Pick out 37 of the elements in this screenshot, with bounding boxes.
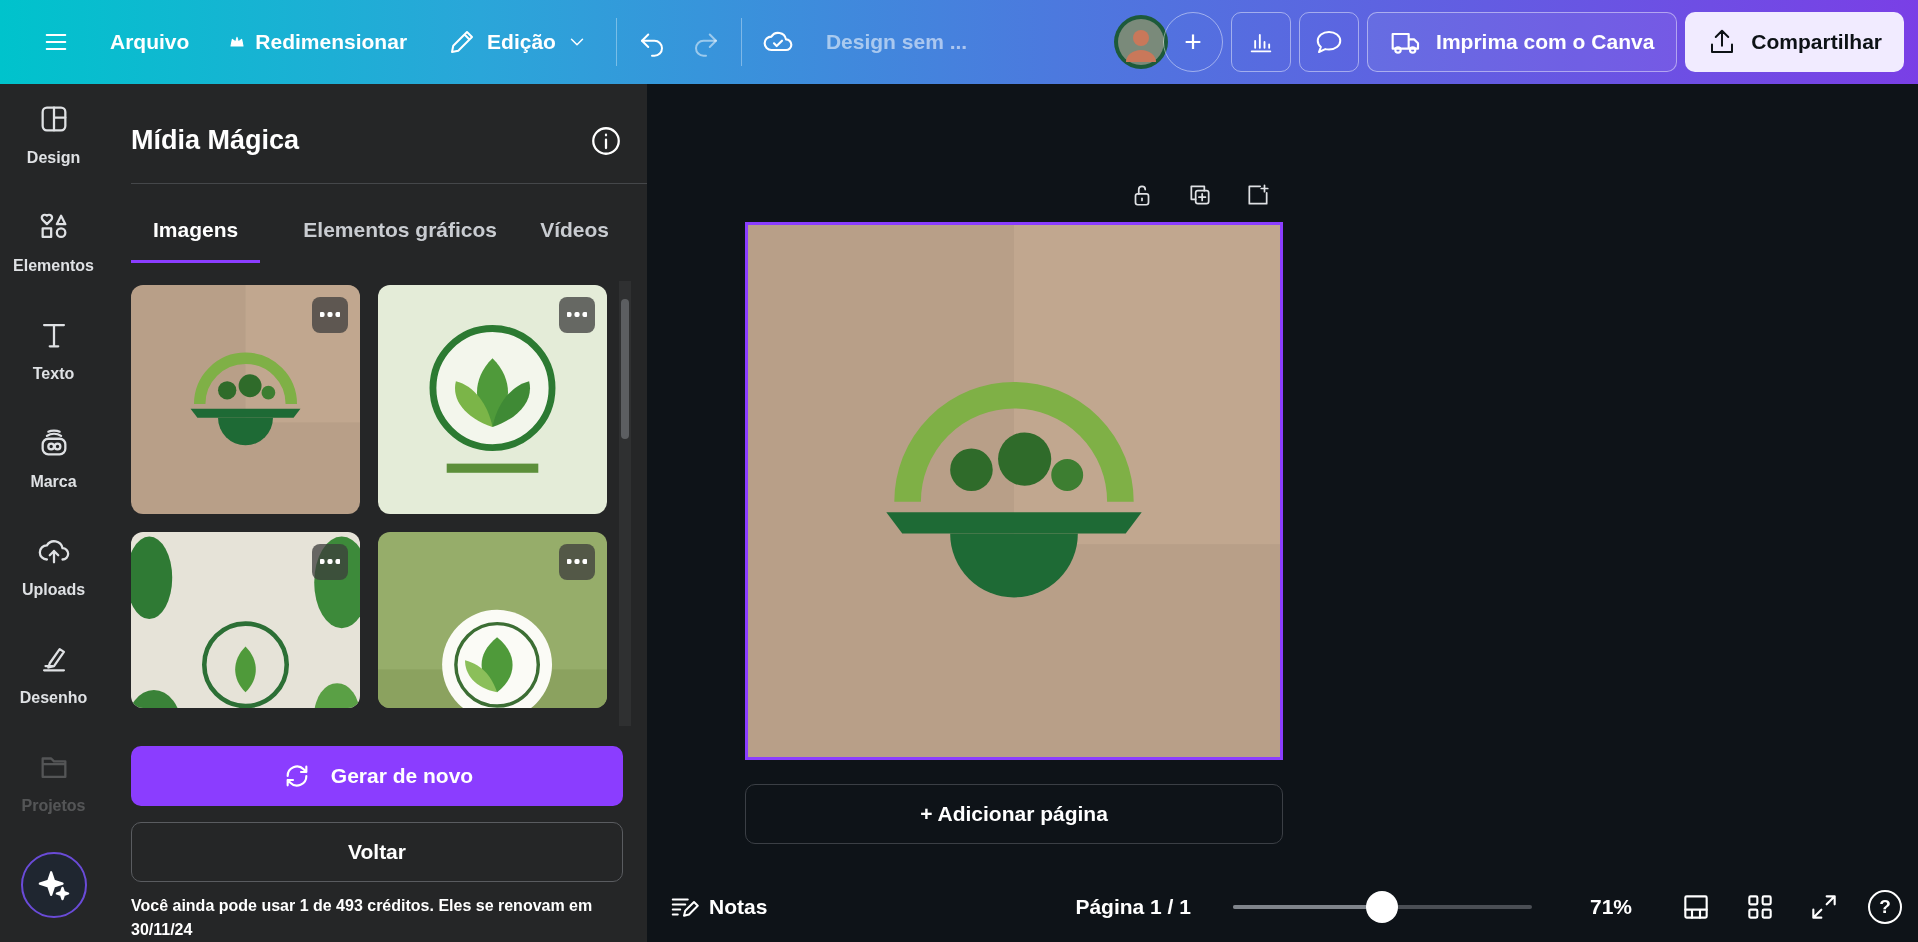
more-options-button[interactable] <box>559 296 595 333</box>
more-options-button[interactable] <box>312 296 348 333</box>
sidebar-item[interactable]: Uploads <box>0 526 107 634</box>
more-icon <box>567 312 587 317</box>
tab[interactable]: Vídeos <box>540 204 609 263</box>
print-button[interactable]: Imprima com o Canva <box>1367 12 1678 72</box>
sparkle-icon <box>36 868 71 902</box>
add-page-button[interactable]: + Adicionar página <box>745 784 1283 844</box>
crown-icon <box>229 34 246 50</box>
regenerate-button[interactable]: Gerar de novo <box>131 745 623 806</box>
sidebar-item[interactable]: Elementos <box>0 202 107 310</box>
copy-icon <box>1187 182 1213 208</box>
tab[interactable]: Elementos gráficos <box>303 204 498 263</box>
panel-title: Mídia Mágica <box>131 124 300 158</box>
zoom-reading: 71% <box>1589 894 1632 921</box>
more-options-button[interactable] <box>559 543 595 580</box>
slider-thumb[interactable] <box>1366 891 1399 923</box>
share-button[interactable]: Compartilhar <box>1685 12 1904 72</box>
sidebar-item[interactable]: Texto <box>0 310 107 418</box>
credits-note: Você ainda pode usar 1 de 493 créditos. Eles se renovam em 30/11/24 <box>131 895 594 940</box>
sidebar-item[interactable]: Design <box>0 94 107 202</box>
comments-button[interactable] <box>1299 12 1360 72</box>
sidebar-item[interactable]: Desenho <box>0 634 107 742</box>
tab[interactable]: Imagens <box>131 204 261 263</box>
more-options-button[interactable] <box>312 543 348 580</box>
sidebar-item[interactable]: Marca <box>0 418 107 526</box>
insights-button[interactable] <box>1231 12 1292 72</box>
scrollbar[interactable] <box>619 280 631 726</box>
more-icon <box>567 559 587 564</box>
avatar[interactable] <box>1113 14 1170 70</box>
back-button[interactable]: Voltar <box>131 821 623 882</box>
notes-button[interactable]: Notas <box>669 891 768 923</box>
more-icon <box>320 312 340 317</box>
help-button[interactable]: ? <box>1868 890 1902 924</box>
more-icon <box>320 559 340 564</box>
page-indicator: Página 1 / 1 <box>1075 894 1191 921</box>
add-page-icon <box>1245 182 1271 208</box>
